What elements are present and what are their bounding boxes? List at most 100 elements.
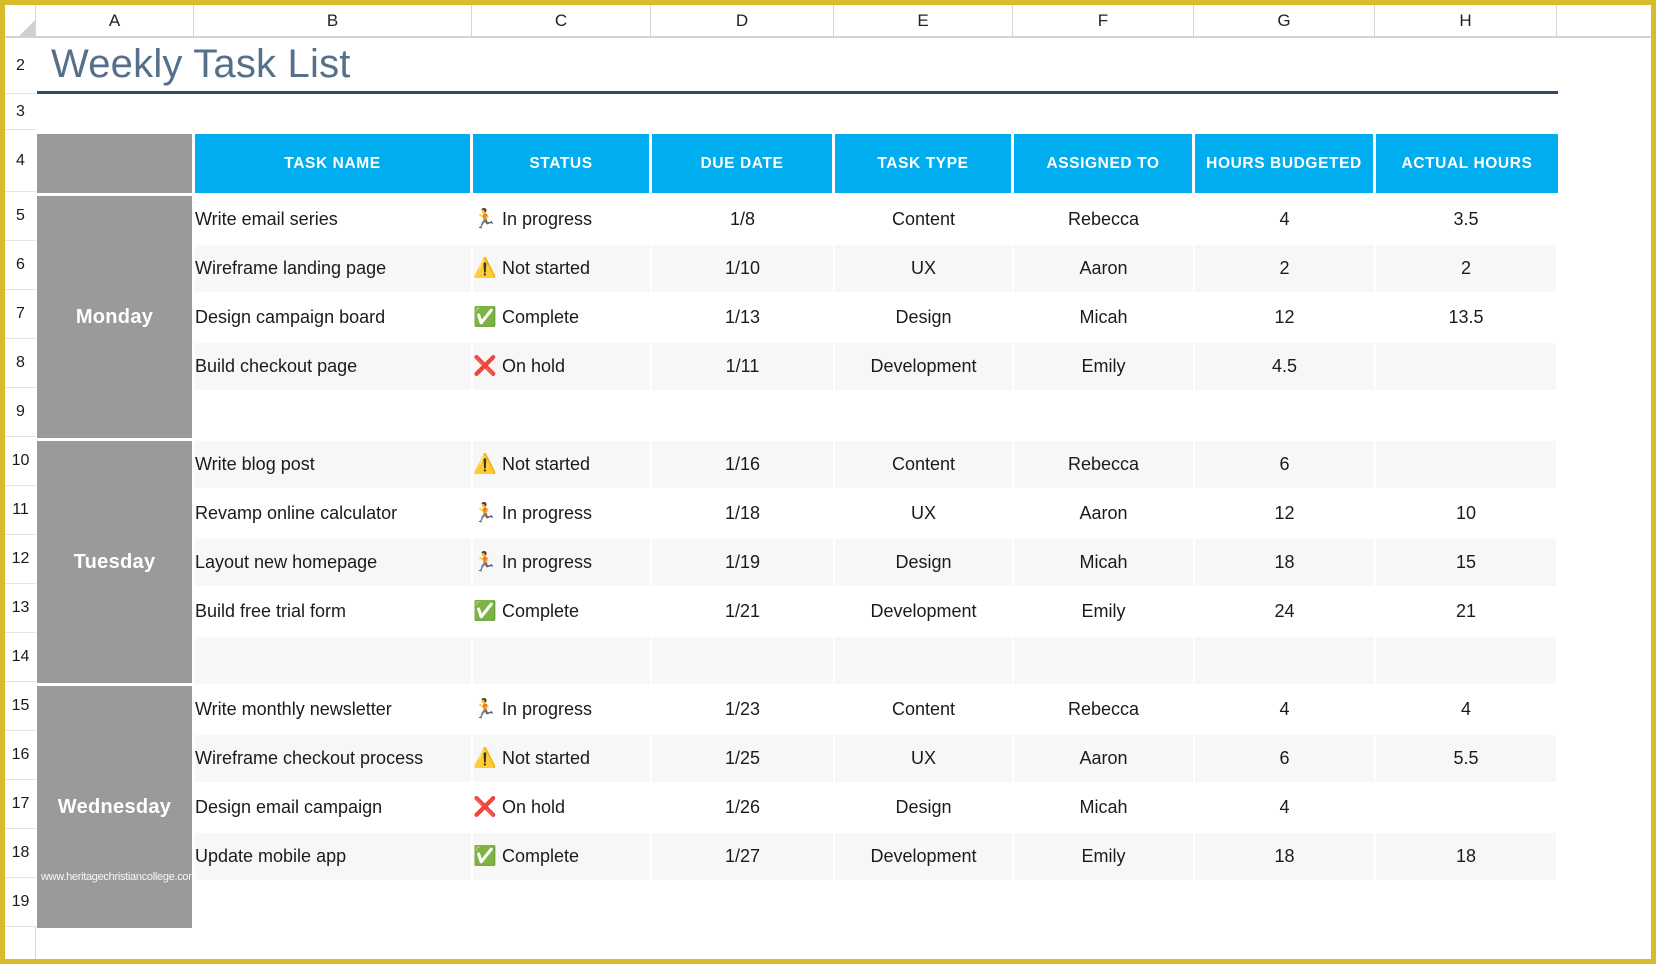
cell-actual-hours[interactable]: 21 [1376, 588, 1558, 637]
cell-hours-budgeted[interactable]: 4 [1195, 686, 1376, 735]
header-cell-due-date[interactable]: DUE DATE [652, 134, 835, 196]
cell-actual-hours[interactable] [1376, 343, 1558, 392]
cell-status[interactable] [473, 637, 652, 686]
column-header-g[interactable]: G [1194, 5, 1375, 36]
cell-assigned-to[interactable]: Aaron [1014, 735, 1195, 784]
cell-task-name[interactable] [195, 637, 473, 686]
header-cell-status[interactable]: STATUS [473, 134, 652, 196]
cell-status[interactable]: ✅ Complete [473, 588, 652, 637]
cell-actual-hours[interactable]: 18 [1376, 833, 1558, 882]
row-header-6[interactable]: 6 [5, 241, 36, 290]
cell-task-name[interactable] [195, 392, 473, 441]
row-header-5[interactable]: 5 [5, 192, 36, 241]
cell-task-type[interactable]: Development [835, 833, 1014, 882]
cell-actual-hours[interactable] [1376, 637, 1558, 686]
cell-assigned-to[interactable]: Aaron [1014, 245, 1195, 294]
cell-task-name[interactable]: Design campaign board [195, 294, 473, 343]
cell-task-name[interactable]: Design email campaign [195, 784, 473, 833]
cell-due-date[interactable]: 1/13 [652, 294, 835, 343]
row-header-4[interactable]: 4 [5, 130, 36, 192]
cell-hours-budgeted[interactable]: 6 [1195, 441, 1376, 490]
cell-assigned-to[interactable]: Micah [1014, 784, 1195, 833]
cell-assigned-to[interactable]: Micah [1014, 294, 1195, 343]
cell-assigned-to[interactable]: Aaron [1014, 490, 1195, 539]
select-all-corner[interactable] [5, 5, 36, 36]
cell-due-date[interactable]: 1/18 [652, 490, 835, 539]
table-row[interactable]: Wednesday Write monthly newsletter 🏃 In pro… [37, 686, 1558, 931]
cell-hours-budgeted[interactable]: 24 [1195, 588, 1376, 637]
cell-actual-hours[interactable] [1376, 882, 1558, 931]
cell-hours-budgeted[interactable]: 4 [1195, 784, 1376, 833]
cell-status[interactable]: 🏃 In progress [473, 196, 652, 245]
row-header-11[interactable]: 11 [5, 486, 36, 535]
cell-task-name[interactable]: Build free trial form [195, 588, 473, 637]
cell-hours-budgeted[interactable]: 2 [1195, 245, 1376, 294]
row-header-2[interactable]: 2 [5, 38, 36, 94]
table-row[interactable]: Revamp online calculator 🏃 In progress 1/18… [37, 490, 1558, 539]
cell-hours-budgeted[interactable]: 12 [1195, 294, 1376, 343]
row-header-10[interactable]: 10 [5, 437, 36, 486]
table-row[interactable]: Monday Write email series 🏃 In progress 1/8 C… [37, 196, 1558, 441]
header-cell-actual-hours[interactable]: ACTUAL HOURS [1376, 134, 1558, 196]
cell-status[interactable]: ⚠️ Not started [473, 245, 652, 294]
cell-hours-budgeted[interactable]: 4.5 [1195, 343, 1376, 392]
cell-task-type[interactable]: Development [835, 343, 1014, 392]
cell-status[interactable]: ❌ On hold [473, 343, 652, 392]
cell-status[interactable]: ❌ On hold [473, 784, 652, 833]
table-row[interactable]: Tuesday Write blog post ⚠️ Not started 1/16 C… [37, 441, 1558, 686]
cell-assigned-to[interactable]: Rebecca [1014, 441, 1195, 490]
cell-assigned-to[interactable]: Emily [1014, 588, 1195, 637]
cell-hours-budgeted[interactable] [1195, 392, 1376, 441]
cell-task-name[interactable]: Revamp online calculator [195, 490, 473, 539]
cell-status[interactable]: 🏃 In progress [473, 686, 652, 735]
cell-status[interactable]: 🏃 In progress [473, 539, 652, 588]
row-header-12[interactable]: 12 [5, 535, 36, 584]
row-header-14[interactable]: 14 [5, 633, 36, 682]
cell-due-date[interactable]: 1/19 [652, 539, 835, 588]
cell-status[interactable]: ✅ Complete [473, 833, 652, 882]
cell-due-date[interactable] [652, 392, 835, 441]
header-cell-task-type[interactable]: TASK TYPE [835, 134, 1014, 196]
row-header-17[interactable]: 17 [5, 780, 36, 829]
cell-assigned-to[interactable]: Emily [1014, 833, 1195, 882]
column-header-d[interactable]: D [651, 5, 834, 36]
cell-task-type[interactable]: Content [835, 441, 1014, 490]
table-row[interactable] [37, 637, 1558, 686]
cell-task-name[interactable]: Wireframe landing page [195, 245, 473, 294]
table-row[interactable] [37, 882, 1558, 931]
cell-actual-hours[interactable]: 4 [1376, 686, 1558, 735]
column-header-c[interactable]: C [472, 5, 651, 36]
cell-status[interactable] [473, 392, 652, 441]
cell-hours-budgeted[interactable]: 4 [1195, 196, 1376, 245]
header-cell-hours-budgeted[interactable]: HOURS BUDGETED [1195, 134, 1376, 196]
row-header-3[interactable]: 3 [5, 94, 36, 130]
cell-hours-budgeted[interactable] [1195, 637, 1376, 686]
table-row[interactable]: Wireframe landing page ⚠️ Not started 1/10 U… [37, 245, 1558, 294]
cell-task-type[interactable]: Design [835, 784, 1014, 833]
cell-actual-hours[interactable]: 2 [1376, 245, 1558, 294]
cell-actual-hours[interactable]: 3.5 [1376, 196, 1558, 245]
cell-hours-budgeted[interactable]: 18 [1195, 833, 1376, 882]
cell-task-type[interactable]: Design [835, 539, 1014, 588]
column-header-b[interactable]: B [194, 5, 472, 36]
cell-task-name[interactable]: Update mobile app [195, 833, 473, 882]
cell-hours-budgeted[interactable]: 12 [1195, 490, 1376, 539]
column-header-f[interactable]: F [1013, 5, 1194, 36]
cell-assigned-to[interactable] [1014, 882, 1195, 931]
cell-due-date[interactable] [652, 882, 835, 931]
cell-task-name[interactable]: Wireframe checkout process [195, 735, 473, 784]
cell-assigned-to[interactable] [1014, 637, 1195, 686]
cell-due-date[interactable]: 1/8 [652, 196, 835, 245]
row-header-16[interactable]: 16 [5, 731, 36, 780]
row-header-9[interactable]: 9 [5, 388, 36, 437]
cell-task-type[interactable]: Content [835, 196, 1014, 245]
cell-actual-hours[interactable]: 15 [1376, 539, 1558, 588]
table-row[interactable]: Build free trial form ✅ Complete 1/21 Develo… [37, 588, 1558, 637]
cell-task-name[interactable]: Write blog post [195, 441, 473, 490]
cell-status[interactable]: ⚠️ Not started [473, 735, 652, 784]
cell-actual-hours[interactable]: 5.5 [1376, 735, 1558, 784]
cell-actual-hours[interactable] [1376, 784, 1558, 833]
cell-status[interactable] [473, 882, 652, 931]
column-header-h[interactable]: H [1375, 5, 1557, 36]
cell-actual-hours[interactable] [1376, 441, 1558, 490]
